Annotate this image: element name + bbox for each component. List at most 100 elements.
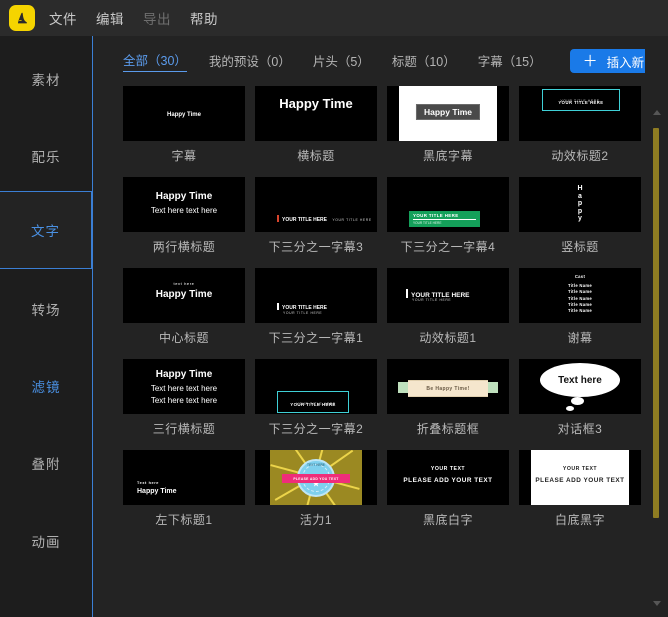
preset-thumbnail[interactable]: Text here bbox=[519, 359, 641, 414]
thumb-text: Happy Time bbox=[255, 96, 377, 111]
sidebar-item-transition[interactable]: 转场 bbox=[0, 270, 92, 348]
menu-item-1[interactable]: 编辑 bbox=[96, 8, 124, 28]
app-logo-icon[interactable] bbox=[9, 5, 35, 31]
sidebar-item-overlay[interactable]: 叠附 bbox=[0, 424, 92, 502]
preset-item[interactable]: Cast Title Name Title Name Title Name Ti… bbox=[519, 268, 641, 355]
preset-thumbnail[interactable]: YOUR TITLE HERE YOUR TITLE HERE bbox=[255, 268, 377, 323]
thumb-subtext: Text here bbox=[137, 481, 159, 485]
preset-caption: 横标题 bbox=[255, 141, 377, 173]
preset-caption: 折叠标题框 bbox=[387, 414, 509, 446]
preset-thumbnail[interactable]: YOUR TITLE HERE YOUR TITLE HERE bbox=[387, 177, 509, 232]
thumb-subtext: text here bbox=[123, 281, 245, 286]
preset-item[interactable]: Happy 竖标题 bbox=[519, 177, 641, 264]
preset-thumbnail[interactable]: YOUR TITLE HERE YOUR TITLE HERE bbox=[255, 359, 377, 414]
scrollbar-thumb[interactable] bbox=[653, 128, 659, 518]
preset-item[interactable]: Happy Time Text here text here 两行横标题 bbox=[123, 177, 245, 264]
menu-item-0[interactable]: 文件 bbox=[49, 8, 77, 28]
preset-thumbnail[interactable]: YOUR TITLE HERE YOUR TITLE HERE bbox=[519, 86, 641, 141]
preset-caption: 对话框3 bbox=[519, 414, 641, 446]
sidebar-item-music[interactable]: 配乐 bbox=[0, 117, 92, 195]
preset-thumbnail[interactable]: Happy Time bbox=[255, 86, 377, 141]
preset-item[interactable]: Happy Time 字幕 bbox=[123, 86, 245, 173]
thumb-text: YOUR TITLE HERE bbox=[413, 213, 476, 220]
app-window: 文件 编辑 导出 帮助 素材 配乐 文字 转场 滤镜 叠附 动画 全部（30） … bbox=[0, 0, 668, 617]
preset-thumbnail[interactable]: text here Happy Time bbox=[123, 268, 245, 323]
preset-item[interactable]: YOUR TITLE HERE YOUR TITLE HERE 下三分之一字幕4 bbox=[387, 177, 509, 264]
preset-item[interactable]: Be Happy Time! 折叠标题框 bbox=[387, 359, 509, 446]
preset-caption: 活力1 bbox=[255, 505, 377, 537]
thumb-subtext: YOUR TITLE HERE bbox=[412, 298, 451, 302]
preset-item[interactable]: Happy Time 横标题 bbox=[255, 86, 377, 173]
preset-thumbnail[interactable]: Cast Title Name Title Name Title Name Ti… bbox=[519, 268, 641, 323]
preset-thumbnail[interactable]: Be Happy Time! bbox=[387, 359, 509, 414]
tab-title[interactable]: 标题（10） bbox=[392, 51, 456, 72]
preset-item[interactable]: Happy Time Text here text here Text here… bbox=[123, 359, 245, 446]
menu-item-2[interactable]: 导出 bbox=[143, 8, 171, 28]
thumb-text: Cast bbox=[519, 274, 641, 280]
preset-thumbnail[interactable]: TEXT HERE ★ PLEASE ADD YOU TEXT bbox=[255, 450, 377, 505]
preset-thumbnail[interactable]: YOUR TITLE HERE YOUR TITLE HERE bbox=[387, 268, 509, 323]
preset-item[interactable]: YOUR TITLE HERE YOUR TITLE HERE 下三分之一字幕1 bbox=[255, 268, 377, 355]
preset-thumbnail[interactable]: YOUR TEXT PLEASE ADD YOUR TEXT bbox=[519, 450, 641, 505]
preset-thumbnail[interactable]: Happy Time bbox=[387, 86, 509, 141]
preset-caption: 下三分之一字幕1 bbox=[255, 323, 377, 355]
preset-caption: 竖标题 bbox=[519, 232, 641, 264]
thumb-text: YOUR TEXT bbox=[519, 466, 641, 472]
vertical-scrollbar[interactable] bbox=[645, 36, 668, 617]
preset-thumbnail[interactable]: Happy bbox=[519, 177, 641, 232]
thumb-subtext: PLEASE ADD YOUR TEXT bbox=[387, 477, 509, 484]
preset-item[interactable]: TEXT HERE ★ PLEASE ADD YOU TEXT 活力1 bbox=[255, 450, 377, 537]
preset-thumbnail[interactable]: Happy Time Text here text here bbox=[123, 177, 245, 232]
preset-caption: 动效标题1 bbox=[387, 323, 509, 355]
thumb-subtext: YOUR TITLE HERE bbox=[255, 402, 377, 406]
preset-caption: 谢幕 bbox=[519, 323, 641, 355]
sidebar-item-text[interactable]: 文字 bbox=[0, 191, 92, 269]
preset-caption: 白底黑字 bbox=[519, 505, 641, 537]
sidebar-item-material[interactable]: 素材 bbox=[0, 40, 92, 118]
preset-caption: 动效标题2 bbox=[519, 141, 641, 173]
preset-caption: 下三分之一字幕2 bbox=[255, 414, 377, 446]
menu-item-3[interactable]: 帮助 bbox=[190, 8, 218, 28]
plus-icon: ＋ bbox=[583, 54, 598, 69]
preset-caption: 下三分之一字幕4 bbox=[387, 232, 509, 264]
bubble-dot-icon bbox=[566, 406, 574, 411]
preset-item[interactable]: YOUR TEXT PLEASE ADD YOUR TEXT 白底黑字 bbox=[519, 450, 641, 537]
preset-thumbnail[interactable]: Happy Time bbox=[123, 86, 245, 141]
preset-item[interactable]: YOUR TEXT PLEASE ADD YOUR TEXT 黑底白字 bbox=[387, 450, 509, 537]
preset-item[interactable]: YOUR TITLE HERE YOUR TITLE HERE 下三分之一字幕2 bbox=[255, 359, 377, 446]
sidebar-item-animation[interactable]: 动画 bbox=[0, 502, 92, 580]
sidebar-item-filter[interactable]: 滤镜 bbox=[0, 347, 92, 425]
thumb-text: Happy Time bbox=[123, 289, 245, 300]
thumb-text: YOUR TEXT bbox=[387, 466, 509, 472]
scroll-down-arrow-icon[interactable] bbox=[653, 601, 661, 606]
preset-caption: 字幕 bbox=[123, 141, 245, 173]
tab-presets[interactable]: 我的预设（0） bbox=[209, 51, 291, 72]
preset-item[interactable]: Text here 对话框3 bbox=[519, 359, 641, 446]
thumb-subtext: YOUR TITLE HERE bbox=[413, 221, 476, 225]
content-panel: 全部（30） 我的预设（0） 片头（5） 标题（10） 字幕（15） ＋ 插入新… bbox=[92, 36, 668, 617]
preset-caption: 两行横标题 bbox=[123, 232, 245, 264]
preset-caption: 黑底字幕 bbox=[387, 141, 509, 173]
preset-item[interactable]: YOUR TITLE HERE YOUR TITLE HERE 下三分之一字幕3 bbox=[255, 177, 377, 264]
preset-item[interactable]: Text here Happy Time 左下标题1 bbox=[123, 450, 245, 537]
preset-thumbnail[interactable]: Text here Happy Time bbox=[123, 450, 245, 505]
tab-opening[interactable]: 片头（5） bbox=[313, 51, 370, 72]
preset-thumbnail[interactable]: YOUR TEXT PLEASE ADD YOUR TEXT bbox=[387, 450, 509, 505]
preset-caption: 中心标题 bbox=[123, 323, 245, 355]
thumb-text: Happy Time bbox=[123, 112, 245, 118]
accent-bar-icon bbox=[406, 289, 408, 298]
thumb-subtext: PLEASE ADD YOUR TEXT bbox=[519, 477, 641, 484]
thumb-text: PLEASE ADD YOU TEXT bbox=[282, 474, 350, 483]
preset-thumbnail[interactable]: YOUR TITLE HERE YOUR TITLE HERE bbox=[255, 177, 377, 232]
thumb-text: Be Happy Time! bbox=[408, 380, 488, 397]
scroll-up-arrow-icon[interactable] bbox=[653, 110, 661, 115]
thumb-text: Text here bbox=[540, 363, 620, 397]
tab-all[interactable]: 全部（30） bbox=[123, 50, 187, 72]
tab-bar: 全部（30） 我的预设（0） 片头（5） 标题（10） 字幕（15） ＋ 插入新… bbox=[93, 36, 668, 86]
preset-item[interactable]: YOUR TITLE HERE YOUR TITLE HERE 动效标题2 bbox=[519, 86, 641, 173]
preset-item[interactable]: text here Happy Time 中心标题 bbox=[123, 268, 245, 355]
preset-item[interactable]: YOUR TITLE HERE YOUR TITLE HERE 动效标题1 bbox=[387, 268, 509, 355]
preset-thumbnail[interactable]: Happy Time Text here text here Text here… bbox=[123, 359, 245, 414]
tab-subtitle[interactable]: 字幕（15） bbox=[478, 51, 542, 72]
preset-item[interactable]: Happy Time 黑底字幕 bbox=[387, 86, 509, 173]
